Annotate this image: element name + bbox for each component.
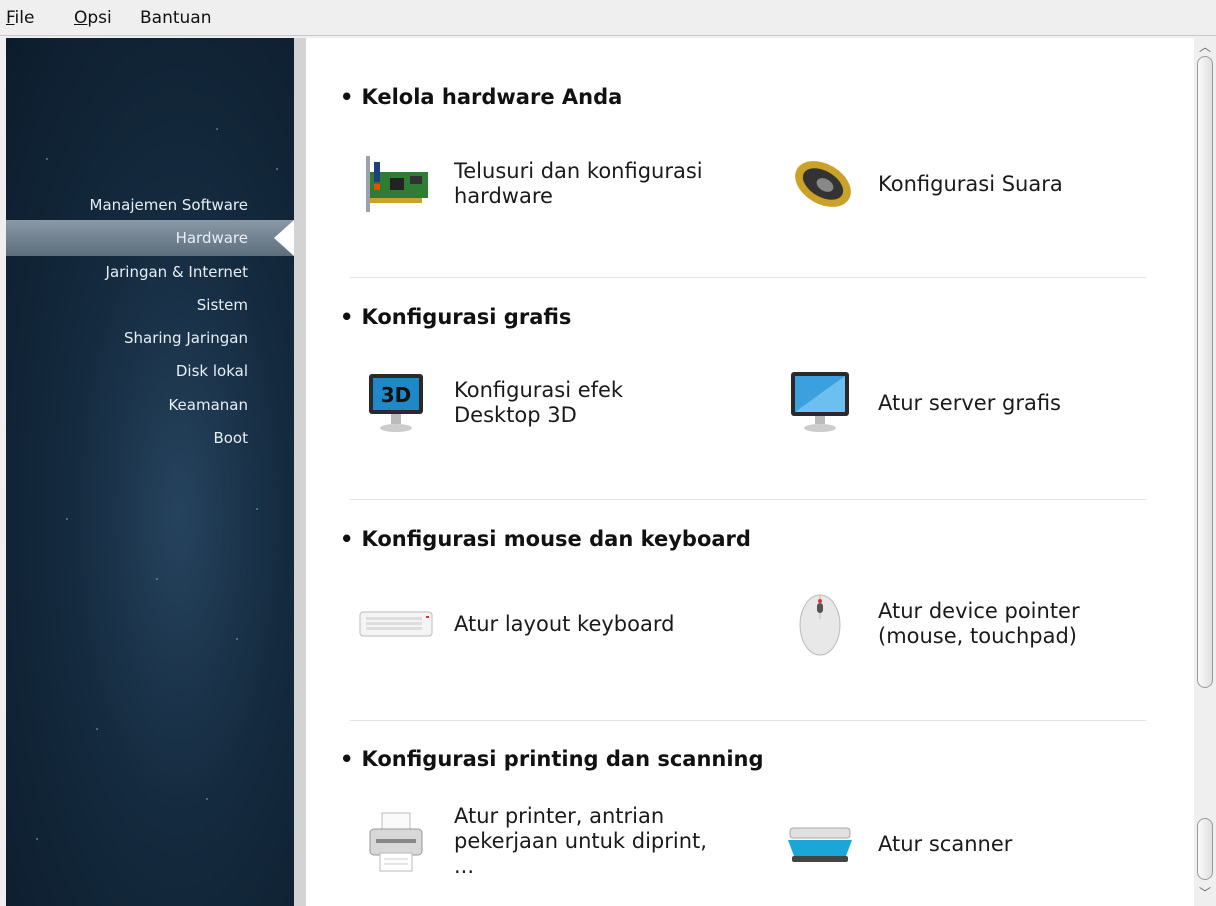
section-title: • Konfigurasi mouse dan keyboard	[340, 527, 751, 551]
star-decoration	[36, 838, 38, 840]
menu-options-label: psi	[87, 8, 112, 28]
bullet: •	[340, 85, 354, 109]
item-browse-hardware[interactable]: Telusuri dan konfigurasi hardware	[356, 148, 714, 220]
star-decoration	[236, 638, 238, 640]
monitor-3d-icon: 3D	[356, 367, 436, 439]
bullet: •	[340, 747, 354, 771]
section-title: • Konfigurasi printing dan scanning	[340, 747, 764, 771]
sidebar-item-hardware[interactable]: Hardware	[176, 229, 248, 247]
star-decoration	[216, 128, 218, 130]
section-title-text: Konfigurasi grafis	[361, 305, 572, 329]
star-decoration	[96, 728, 98, 730]
sidebar-item-network[interactable]: Jaringan & Internet	[106, 263, 248, 281]
menubar: File Opsi Bantuan	[0, 0, 1216, 36]
section-title-text: Konfigurasi printing dan scanning	[361, 747, 764, 771]
sidebar-item-security[interactable]: Keamanan	[168, 396, 248, 414]
section-divider	[350, 277, 1146, 278]
item-pointer-device[interactable]: Atur device pointer (mouse, touchpad)	[780, 588, 1138, 660]
sidebar-active-pointer	[274, 220, 294, 256]
sidebar-item-local-disk[interactable]: Disk lokal	[176, 362, 248, 380]
menu-options-mnemonic: O	[74, 8, 88, 28]
item-label: Konfigurasi Suara	[878, 171, 1063, 196]
three-d-text: 3D	[381, 383, 412, 407]
star-decoration	[256, 508, 258, 510]
monitor-icon	[780, 367, 860, 439]
section-title-text: Konfigurasi mouse dan keyboard	[361, 527, 751, 551]
bullet: •	[340, 305, 354, 329]
section-divider	[350, 720, 1146, 721]
vertical-scrollbar[interactable]: ︿ ﹀	[1194, 38, 1216, 906]
scanner-icon	[780, 808, 860, 880]
sidebar-item-boot[interactable]: Boot	[213, 429, 248, 447]
printer-icon	[356, 806, 436, 878]
menu-file-mnemonic: F	[6, 8, 15, 28]
section-title-text: Kelola hardware Anda	[361, 85, 623, 109]
item-sound-config[interactable]: Konfigurasi Suara	[780, 148, 1138, 220]
item-keyboard-layout[interactable]: Atur layout keyboard	[356, 588, 714, 660]
star-decoration	[46, 158, 48, 160]
menu-file-label: ile	[14, 8, 35, 28]
item-label: Atur server grafis	[878, 390, 1062, 415]
section-divider	[350, 499, 1146, 500]
item-label: Telusuri dan konfigurasi hardware	[454, 159, 703, 208]
item-label: Atur scanner	[878, 831, 1013, 856]
item-desktop-3d[interactable]: 3D Konfigurasi efek Desktop 3D	[356, 367, 714, 439]
star-decoration	[206, 798, 208, 800]
bullet: •	[340, 527, 354, 551]
menu-file[interactable]: File	[6, 8, 34, 28]
sidebar-item-system[interactable]: Sistem	[197, 296, 248, 314]
item-label: Atur layout keyboard	[454, 611, 675, 636]
item-graphics-server[interactable]: Atur server grafis	[780, 367, 1138, 439]
star-decoration	[66, 518, 68, 520]
menu-help[interactable]: Bantuan	[140, 8, 212, 28]
sidebar-item-software[interactable]: Manajemen Software	[90, 196, 248, 214]
item-label: Konfigurasi efek Desktop 3D	[454, 378, 624, 427]
star-decoration	[276, 168, 278, 170]
scroll-down-icon[interactable]: ﹀	[1197, 886, 1213, 900]
menu-help-label: Bantuan	[140, 8, 212, 28]
keyboard-icon	[356, 588, 436, 660]
sidebar-splitter[interactable]	[294, 38, 306, 906]
main-content: • Kelola hardware Anda Telusuri dan konfi…	[306, 38, 1194, 906]
section-title: • Kelola hardware Anda	[340, 85, 622, 109]
star-decoration	[156, 578, 158, 580]
pci-card-icon	[356, 148, 436, 220]
item-label: Atur device pointer (mouse, touchpad)	[878, 599, 1080, 648]
sidebar-active-highlight	[6, 220, 294, 256]
section-title: • Konfigurasi grafis	[340, 305, 571, 329]
item-printer-config[interactable]: Atur printer, antrian pekerjaan untuk di…	[356, 804, 714, 879]
scroll-up-icon[interactable]: ︿	[1197, 40, 1213, 54]
scrollbar-track-end[interactable]	[1197, 818, 1213, 880]
scrollbar-thumb[interactable]	[1197, 56, 1213, 688]
item-label: Atur printer, antrian pekerjaan untuk di…	[454, 804, 707, 878]
sidebar: Manajemen Software Hardware Jaringan & I…	[6, 38, 294, 906]
menu-options[interactable]: Opsi	[74, 8, 112, 28]
mouse-icon	[780, 588, 860, 660]
speaker-icon	[780, 148, 860, 220]
item-scanner-config[interactable]: Atur scanner	[780, 808, 1138, 880]
sidebar-item-sharing[interactable]: Sharing Jaringan	[124, 329, 248, 347]
